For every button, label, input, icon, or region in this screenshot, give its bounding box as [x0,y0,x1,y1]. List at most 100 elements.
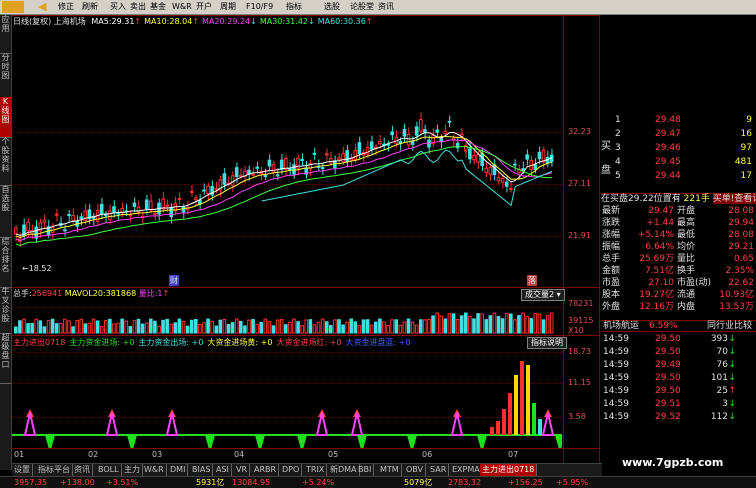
quote-stat-row: 外盘 12.16万 内盘 13.53万 [601,302,756,312]
left-tab-2[interactable]: K线图 [0,97,11,138]
candle-body [324,153,329,156]
chart-area[interactable]: 日线(复权) 上海机场 MA5:29.31↑ MA10:28.04↑ MA20:29… [12,15,600,463]
ma-legend-item: MA30:31.42↓ [260,17,315,26]
toolbar-item-3[interactable]: 卖出 [128,0,148,14]
indicator-tab-14[interactable]: BBI [356,464,375,476]
volume-bar [406,318,411,334]
left-tab-7[interactable]: 超级盘口 [0,333,11,384]
indicator-tab-1[interactable]: 指标平台 [36,464,73,476]
toolbar-item-5[interactable]: W&R [170,0,194,14]
tick-row: 14:59 29.50 101 ↓ [601,373,756,383]
indicator-bar [520,361,524,435]
indicator-tab-9[interactable]: VR [234,464,251,476]
order-book-row: 4 29.45 481 [601,157,756,167]
volume-bar [345,321,349,334]
sector-name[interactable]: 机场航运 [603,321,639,331]
indicator-tab-12[interactable]: TRIX [304,464,328,476]
x-axis-label: 07 [508,450,519,459]
industry-compare-link[interactable]: 同行业比较 [707,321,752,331]
ma-value: 30.36 [342,17,366,26]
toolbar-item-0[interactable]: 修正 [56,0,76,14]
indicator-tab-4[interactable]: 主力 [122,464,143,476]
indicator-tab-17[interactable]: SAR [428,464,450,476]
left-tab-0[interactable]: 应用 [0,15,11,54]
index-quote: 5931亿 [196,478,225,487]
left-tab-5[interactable]: 综合排名 [0,237,11,288]
toolbar-item-8[interactable]: F10/F9 [244,0,275,14]
toolbar-item-7[interactable]: 周期 [218,0,238,14]
toolbar-item-9[interactable]: 指标 [284,0,304,14]
indicator-tab-3[interactable]: BOLL [96,464,122,476]
y-axis-divider [563,15,564,463]
indicator-tab-6[interactable]: DMI [168,464,189,476]
volume-bar [464,312,468,334]
x-axis-label: 04 [234,450,245,459]
indicator-tab-2[interactable]: 资讯 [72,464,93,476]
indicator-tab-16[interactable]: OBV [404,464,427,476]
stat-value: 22.62 [728,278,754,288]
back-arrow-icon[interactable]: ◀ [38,1,46,13]
indicator-tab-10[interactable]: ARBR [252,464,280,476]
toolbar-item-6[interactable]: 开户 [194,0,214,14]
volume-bar [157,325,161,334]
signal-marker [357,435,367,448]
indicator-help-button[interactable]: 指标说明 [527,337,567,349]
indicator-tab-15[interactable]: MTM [378,464,402,476]
indicator-bar [526,365,530,435]
indicator-tab-19[interactable]: 主力进出0718 [480,464,538,476]
volume-legend: 总手:256941 MAVOL20:381868 量比:1↑ [13,289,169,299]
indicator-tab-8[interactable]: ASI [214,464,232,476]
volume-bar [296,321,300,334]
volume-bar [185,325,190,334]
tick-time: 14:59 [603,334,629,344]
volume-bar [202,322,206,334]
toolbar-item-10[interactable]: 选股 [322,0,342,14]
stat-value: 29.21 [728,242,754,252]
order-volume: 16 [740,129,752,139]
toolbar-item-12[interactable]: 资讯 [376,0,396,14]
tick-time: 14:59 [603,399,629,409]
candle-body [153,212,157,215]
stat-label: 涨跌 [602,218,621,228]
quote-stat-row: 最新 29.47 开盘 28.08 [601,206,756,216]
app-logo [2,1,24,13]
toolbar-item-2[interactable]: 买入 [108,0,128,14]
indicator-tab-5[interactable]: W&R [142,464,167,476]
candle-body [504,181,509,187]
sector-change: 6.59% [649,321,678,331]
volume-bar [108,318,112,334]
toolbar-item-1[interactable]: 刷新 [80,0,100,14]
candle-body [263,175,268,178]
large-order-detail-link[interactable]: 买单!查看详细 [712,194,756,204]
stat-value: 0.65 [733,254,754,264]
signal-marker [45,435,55,448]
volume-bar [398,324,403,334]
chart-right-border [599,15,600,463]
stat-value: 29.94 [728,218,754,228]
indicator-tab-13[interactable]: 新DMA [328,464,360,476]
index-quote: 5079亿 [404,478,433,487]
order-level: 4 [615,157,621,167]
candle-body [509,188,513,191]
tick-direction-icon: ↓ [728,360,736,370]
indicator-tab-7[interactable]: BIAS [190,464,214,476]
indicator-tab-18[interactable]: EXPMA [450,464,483,476]
tick-volume: 112 [710,412,728,422]
left-tab-4[interactable]: 自选股 [0,185,11,238]
volume-bar [255,324,259,334]
volume-bar [525,316,529,334]
ma-legend-item: MA20:29.24↓ [202,17,257,26]
volume-type-dropdown[interactable]: 成交量2 ▾ [521,289,565,301]
left-tab-6[interactable]: 牛叉诊股 [0,287,11,334]
left-tab-3[interactable]: 个股资料 [0,137,11,186]
indicator-bar [502,409,506,435]
left-tab-1[interactable]: 分时图 [0,53,11,98]
indicator-bar [538,419,542,435]
y-label-main: 21.91 [568,231,591,240]
ma-legend: 日线(复权) 上海机场 MA5:29.31↑ MA10:28.04↑ MA20:29… [13,17,373,27]
indicator-tab-0[interactable]: 设置 [12,464,33,476]
tick-volume: 76 [716,360,728,370]
toolbar-item-11[interactable]: 论股堂 [348,0,376,14]
toolbar-item-4[interactable]: 基金 [148,0,168,14]
indicator-tab-11[interactable]: DPO [280,464,303,476]
